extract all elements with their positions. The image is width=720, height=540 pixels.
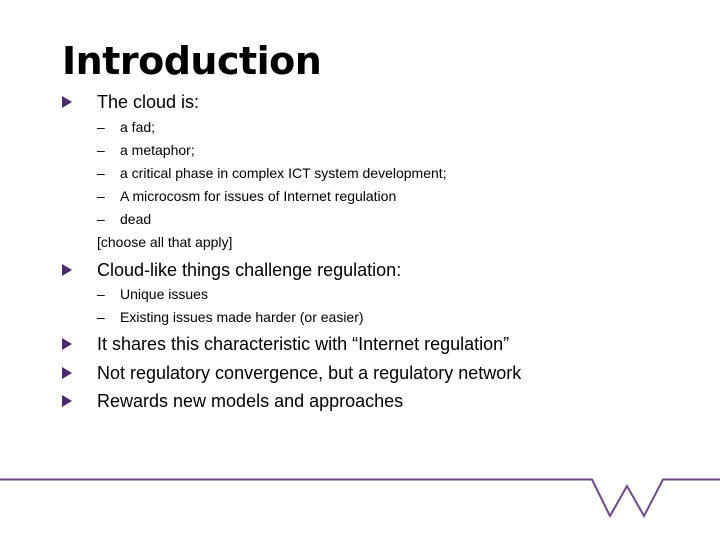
footer-w-line (0, 478, 720, 519)
footer-line-icon (0, 478, 720, 519)
